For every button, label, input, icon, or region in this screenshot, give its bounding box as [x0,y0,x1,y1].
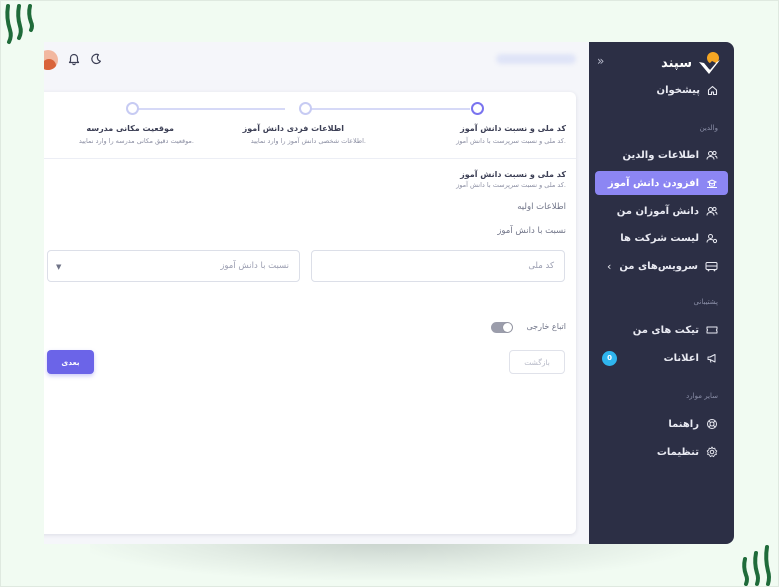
collapse-sidebar-icon[interactable]: » [597,54,604,68]
step-dot-2[interactable] [299,102,312,115]
sidebar: » سپند پیشخوان والدین اطلاعات والدین افز… [589,42,734,544]
sidebar-item-label: اعلانات [663,352,699,364]
national-code-placeholder: کد ملی [528,261,554,271]
foreign-nationals-label: اتباع خارجی [526,322,566,331]
next-button[interactable]: بعدی [47,350,94,374]
moon-icon[interactable] [90,53,102,65]
home-icon [707,85,718,95]
sidebar-item-label: دانش آموزان من [616,205,699,217]
megaphone-icon [707,353,716,363]
sidebar-item-label: لیست شرکت ها [620,232,699,244]
section-label-other: سایر موارد [686,392,718,400]
decor-bars-icon [5,4,34,44]
sidebar-item-label: افزودن دانش آموز [607,177,699,189]
step-desc-1: کد ملی و نسبت سرپرست با دانش آموز. [456,137,566,145]
sidebar-item-label: سرویس‌های من [619,260,698,272]
sidebar-item-companies[interactable]: لیست شرکت ها [595,226,728,250]
step-desc-3: موقعیت دقیق مکانی مدرسه را وارد نمایید. [78,137,194,145]
sidebar-item-label: تیکت های من [632,324,699,336]
basic-info-heading: اطلاعات اولیه [517,202,566,212]
brand-logo: سپند [661,50,722,76]
relation-select[interactable]: نسبت با دانش آموز ▼ [47,250,300,282]
section-label-parents: والدین [699,124,718,132]
sidebar-item-add-student[interactable]: افزودن دانش آموز [595,171,728,195]
decor-bars-icon [742,545,771,586]
back-button[interactable]: بازگشت [509,350,565,374]
sidebar-item-label: راهنما [668,418,699,430]
step-desc-2: اطلاعات شخصی دانش آموز را وارد نمایید. [250,137,366,145]
gear-icon [706,446,718,458]
section-label-support: پشتیبانی [693,298,718,306]
sidebar-item-dashboard[interactable]: پیشخوان [595,78,728,102]
bus-icon [705,261,718,271]
step-dot-1[interactable] [471,102,484,115]
step-dot-3[interactable] [126,102,139,115]
sidebar-item-label: تنظیمات [656,446,699,458]
brand-name: سپند [661,55,692,71]
notifications-badge: 0 [602,351,617,366]
brand-logo-icon [699,52,720,74]
step-title-2: اطلاعات فردی دانش آموز [242,124,344,133]
sidebar-item-label: اطلاعات والدین [622,149,699,161]
relation-placeholder: نسبت با دانش آموز [220,261,289,271]
bell-icon[interactable] [68,53,80,66]
wizard-card: کد ملی و نسبت دانش آموز کد ملی و نسبت سر… [44,92,576,534]
students-icon [706,206,718,216]
sidebar-item-my-students[interactable]: دانش آموزان من [595,199,728,223]
divider [44,158,576,159]
sidebar-item-tickets[interactable]: تیکت های من [595,318,728,342]
sidebar-item-settings[interactable]: تنظیمات [595,440,728,464]
users-icon [706,150,718,160]
sidebar-item-my-services[interactable]: سرویس‌های من [595,254,728,278]
sidebar-item-label: پیشخوان [656,84,700,96]
app-window: کد ملی و نسبت دانش آموز کد ملی و نسبت سر… [44,42,734,544]
drop-shadow [90,540,690,580]
lifebuoy-icon [707,419,717,429]
user-name-blurred [496,54,576,64]
foreign-nationals-toggle[interactable] [491,322,513,333]
stepper-connector [304,108,470,110]
stepper-connector [128,108,285,110]
sidebar-item-parent-info[interactable]: اطلاعات والدین [595,143,728,167]
national-code-input[interactable]: کد ملی [311,250,565,282]
ticket-icon [706,326,718,334]
avatar[interactable] [44,50,58,70]
chevron-left-icon[interactable]: ‹ [607,260,611,273]
form-title: کد ملی و نسبت دانش آموز [460,170,566,179]
caret-down-icon: ▼ [56,263,62,271]
student-add-icon [706,178,718,188]
step-title-3: موقعیت مکانی مدرسه [86,124,174,133]
form-subtitle: کد ملی و نسبت سرپرست با دانش آموز. [456,181,566,189]
user-gear-icon [706,233,718,243]
sidebar-item-help[interactable]: راهنما [595,412,728,436]
step-title-1: کد ملی و نسبت دانش آموز [460,124,566,133]
relation-heading: نسبت با دانش آموز [497,226,566,236]
